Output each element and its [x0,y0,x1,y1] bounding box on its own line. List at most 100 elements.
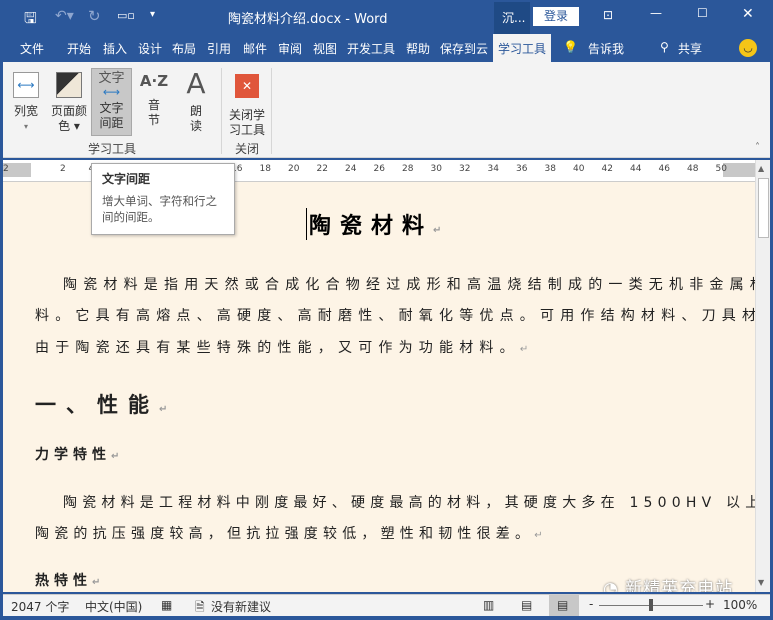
text-spacing-button[interactable]: 文字 ⟷ 文字 间距 [91,68,132,136]
close-learning-tools-button[interactable]: ✕ 关闭学 习工具 [225,74,269,138]
ruler-tick: 30 [430,164,442,174]
minimize-button[interactable]: — [650,6,662,20]
tab-home[interactable]: 开始 [67,40,91,57]
ruler-tick: 2 [60,164,66,174]
vertical-scrollbar[interactable]: ▲ ▼ [755,160,770,592]
ruler-tick: 40 [573,164,585,174]
tab-help[interactable]: 帮助 [406,40,430,57]
document-title: 陶瓷材料↵ [306,208,441,240]
zoom-out-button[interactable]: - [589,597,593,611]
collapse-ribbon-icon[interactable]: ˄ [755,142,760,153]
customize-qat-icon[interactable]: ▾ [150,9,155,20]
label: 文字 [99,101,124,115]
scroll-down-icon[interactable]: ▼ [758,578,764,587]
ruler-tick: 32 [459,164,471,174]
read-aloud-button[interactable]: A 朗 读 [179,68,213,134]
tooltip: 文字间距 增大单词、字符和行之间的间距。 [91,163,235,235]
status-bar: 2047 个字 中文(中国) ▦ 🗎 没有新建议 ▥ ▤ ▤ - + 100% [3,594,770,616]
group-divider [221,68,222,154]
text-spacing-icon: 文字 [98,71,125,86]
tab-developer[interactable]: 开发工具 [347,40,395,57]
tab-mailings[interactable]: 邮件 [243,40,267,57]
tab-file[interactable]: 文件 [20,40,44,57]
label: 节 [147,113,160,127]
dropdown-arrow: ▾ [23,122,28,131]
ruler-tick: 28 [402,164,414,174]
paragraph-line: 陶瓷材料是工程材料中刚度最好、硬度最高的材料，其硬度大多在 1500HV 以上。 [63,495,755,511]
ruler-tick: 18 [259,164,271,174]
close-button[interactable]: ✕ [742,6,754,22]
label: 读 [189,119,202,133]
proofing-icon[interactable]: 🗎 [195,598,205,619]
tell-me-input[interactable]: 告诉我 [588,40,624,57]
heading-3: 热特性↵ [35,573,101,589]
ruler-tick: 38 [544,164,556,174]
heading-2: 力学特性↵ [35,447,120,463]
tab-save-cloud[interactable]: 保存到云 [440,40,488,57]
macro-icon[interactable]: ▦ [161,598,172,612]
zoom-slider-thumb[interactable] [649,599,653,611]
touch-mode-icon[interactable]: ▭▫ [117,9,135,22]
tab-layout[interactable]: 布局 [172,40,196,57]
ruler-tick: 20 [288,164,300,174]
tab-insert[interactable]: 插入 [103,40,127,57]
ribbon-tabs: 文件 开始 插入 设计 布局 引用 邮件 审阅 视图 开发工具 帮助 保存到云 … [0,34,773,62]
account-name[interactable]: 沉... [494,2,530,34]
tab-learning-tools[interactable]: 学习工具 [493,34,552,62]
label: 页面颜 [50,104,87,118]
proofing-status[interactable]: 没有新建议 [211,598,271,615]
ruler-tick: 42 [601,164,613,174]
tab-view[interactable]: 视图 [313,40,337,57]
window-title: 陶瓷材料介绍.docx - Word [228,12,388,27]
group-divider [271,68,272,154]
label: 朗 [189,104,202,118]
scroll-up-icon[interactable]: ▲ [758,164,764,173]
tab-review[interactable]: 审阅 [278,40,302,57]
zoom-level[interactable]: 100% [723,598,757,612]
lightbulb-icon: 💡 [563,40,578,54]
watermark: ◔ 新精英充电站 [603,574,733,592]
share-button[interactable]: 共享 [678,40,702,57]
save-icon[interactable]: 🖫 [24,8,37,33]
language[interactable]: 中文(中国) [85,598,142,615]
page-color-icon [56,72,82,98]
group-label-close: 关闭 [235,142,260,156]
maximize-button[interactable]: ☐ [697,6,708,20]
ruler-tick: 22 [316,164,328,174]
paragraph-line: 由于陶瓷还具有某些特殊的性能，又可作为功能材料。↵ [35,340,529,356]
paragraph-line: 陶瓷材料是指用天然或合成化合物经过成形和高温烧结制成的一类无机非金属材 [63,277,755,293]
login-button[interactable]: 登录 [533,7,579,26]
ruler-tick: 24 [345,164,357,174]
arrow-icon: ⟷ [102,85,121,99]
label: 列宽 [13,104,38,118]
print-layout-icon[interactable]: ▤ [521,598,532,612]
document-page[interactable]: 陶瓷材料↵ 陶瓷材料是指用天然或合成化合物经过成形和高温烧结制成的一类无机非金属… [3,182,755,592]
page-color-button[interactable]: 页面颜 色 ▾ [49,72,89,134]
tab-references[interactable]: 引用 [207,40,231,57]
group-label-learning-tools: 学习工具 [88,142,137,156]
redo-icon[interactable]: ↻ [88,7,101,25]
ruler-tick: 2 [3,164,9,174]
heading-1: 一、性能↵ [35,393,168,417]
tab-design[interactable]: 设计 [138,40,162,57]
ruler-tick: 50 [715,164,727,174]
undo-icon[interactable]: ↶▾ [55,8,74,24]
syllables-icon: A·Z [139,72,169,90]
ruler-tick: 36 [516,164,528,174]
column-width-button[interactable]: ⟷ 列宽 ▾ [11,72,41,134]
syllables-button[interactable]: A·Z 音 节 [137,74,171,128]
word-count[interactable]: 2047 个字 [11,598,69,615]
ruler-tick: 44 [630,164,642,174]
zoom-in-button[interactable]: + [705,597,715,611]
wechat-icon: ◔ [603,579,626,592]
read-mode-icon[interactable]: ▥ [483,598,494,612]
label: 关闭学 [228,108,265,122]
web-layout-icon[interactable]: ▤ [549,595,579,616]
label: 色 ▾ [58,119,80,133]
user-icon: ⚲ [660,40,669,54]
feedback-smiley-icon[interactable]: ◡ [739,39,757,57]
paragraph-line: 陶瓷的抗压强度较高，但抗拉强度较低，塑性和韧性很差。↵ [35,526,543,542]
ribbon-display-icon[interactable]: ⊡ [603,8,613,22]
ribbon: ⟷ 列宽 ▾ 页面颜 色 ▾ 文字 ⟷ 文字 间距 A·Z 音 节 A 朗 读 … [3,62,770,158]
scroll-thumb[interactable] [758,178,769,238]
